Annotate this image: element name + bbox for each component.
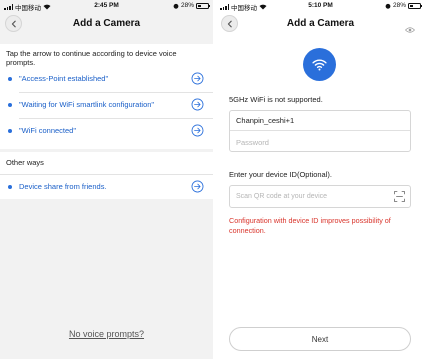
voice-prompt-section: Tap the arrow to continue according to d… — [0, 44, 213, 149]
bullet-dot — [8, 185, 12, 189]
device-id-input[interactable]: Scan QR code at your device — [229, 185, 411, 208]
wifi-badge — [303, 48, 336, 81]
wifi-icon — [312, 59, 327, 71]
instruction-text: Tap the arrow to continue according to d… — [6, 49, 177, 67]
voice-prompt-label: "Access-Point established" — [19, 74, 109, 83]
other-ways-section: Device share from friends. — [0, 175, 213, 199]
voice-prompt-item[interactable]: "Access-Point established" — [0, 68, 213, 91]
left-screen: 中国移动 2:45 PM 28% Add a Camera Tap the ar… — [0, 0, 213, 359]
device-share-label: Device share from friends. — [19, 182, 107, 191]
status-bar: 中国移动 5:10 PM 28% — [216, 0, 425, 12]
arrow-right-circle-icon[interactable] — [191, 72, 204, 85]
next-button[interactable]: Next — [229, 327, 411, 351]
scan-icon[interactable] — [394, 191, 405, 202]
page-title: Add a Camera — [286, 18, 355, 29]
voice-prompt-label: "Waiting for WiFi smartlink configuratio… — [19, 100, 155, 109]
eye-icon[interactable] — [405, 26, 415, 34]
bullet-dot — [8, 77, 12, 81]
wifi-credentials-group: Chanpin_ceshi+1 Password — [229, 110, 411, 152]
status-bar: 中国移动 2:45 PM 28% — [0, 0, 213, 12]
header: Add a Camera — [0, 12, 213, 36]
config-warning: Configuration with device ID improves po… — [229, 216, 391, 235]
page-title: Add a Camera — [72, 18, 141, 29]
wifi-note: 5GHz WiFi is not supported. — [229, 95, 323, 104]
device-share-item[interactable]: Device share from friends. — [0, 176, 213, 199]
other-ways-title: Other ways — [6, 158, 44, 167]
header: Add a Camera — [216, 12, 425, 36]
status-bar-right: 28% — [385, 2, 423, 9]
voice-prompt-item[interactable]: "WiFi connected" — [0, 120, 213, 143]
divider — [19, 118, 213, 119]
password-field[interactable]: Password — [230, 132, 410, 152]
bullet-dot — [8, 129, 12, 133]
battery-icon — [408, 2, 423, 9]
device-id-label: Enter your device ID(Optional). — [229, 170, 332, 179]
no-voice-prompts-link[interactable]: No voice prompts? — [0, 329, 213, 339]
alarm-icon — [173, 3, 179, 9]
alarm-icon — [385, 3, 391, 9]
battery-percent: 28% — [392, 2, 406, 9]
arrow-right-circle-icon[interactable] — [191, 124, 204, 137]
bullet-dot — [8, 103, 12, 107]
divider — [19, 92, 213, 93]
voice-prompt-item[interactable]: "Waiting for WiFi smartlink configuratio… — [0, 94, 213, 117]
battery-percent: 28% — [180, 2, 194, 9]
arrow-right-circle-icon[interactable] — [191, 180, 204, 193]
other-ways-header: Other ways — [0, 152, 213, 174]
ssid-field[interactable]: Chanpin_ceshi+1 — [230, 111, 410, 131]
status-bar-right: 28% — [173, 2, 211, 9]
right-screen: 中国移动 5:10 PM 28% Add a Camera 5GHz WiFi … — [216, 0, 425, 359]
battery-icon — [196, 2, 211, 9]
voice-prompt-label: "WiFi connected" — [19, 126, 77, 135]
arrow-right-circle-icon[interactable] — [191, 98, 204, 111]
